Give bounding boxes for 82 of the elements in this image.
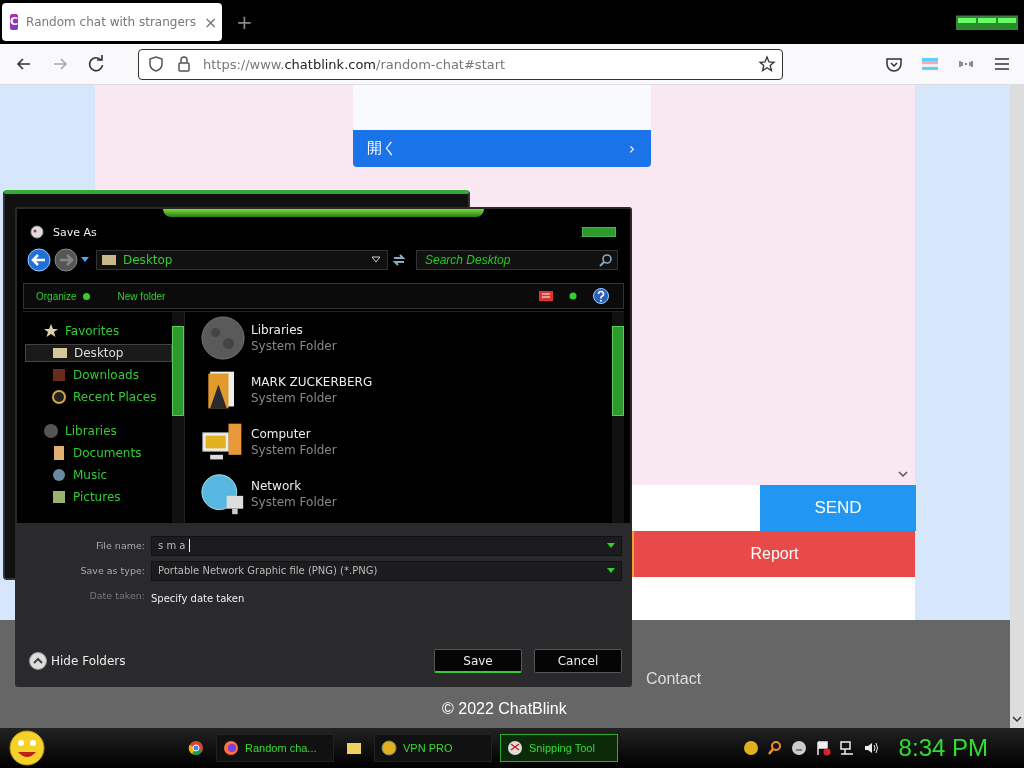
help-icon[interactable] <box>593 288 609 304</box>
chevron-down-icon <box>897 471 909 479</box>
chevron-down-icon[interactable] <box>1012 716 1022 724</box>
item-type: System Folder <box>251 391 338 405</box>
start-button-icon[interactable] <box>8 730 46 766</box>
refresh-icon[interactable] <box>391 252 407 268</box>
browser-icon[interactable] <box>188 740 204 756</box>
browser-tab[interactable]: C Random chat with strangers × <box>2 3 222 41</box>
open-ad-button[interactable]: 開く › <box>353 130 651 167</box>
volume-icon[interactable] <box>862 740 879 756</box>
caret-icon[interactable] <box>371 256 381 264</box>
circle-icon <box>43 423 59 439</box>
search-icon[interactable] <box>766 740 783 756</box>
search-icon[interactable] <box>599 253 613 267</box>
dialog-title: Save As <box>53 225 97 239</box>
window-controls-drawing <box>956 14 1018 30</box>
forward-icon[interactable] <box>54 248 78 272</box>
star-icon[interactable] <box>758 55 776 73</box>
file-name-field[interactable]: s m a <box>151 535 622 556</box>
toolbar-button[interactable]: New folder <box>117 290 166 302</box>
item-name: Network <box>251 479 303 493</box>
taskbar-button[interactable]: Snipping Tool <box>500 734 618 762</box>
nav-group[interactable]: Favorites <box>25 322 172 340</box>
footer-link[interactable]: Contact <box>646 670 702 688</box>
app-icon <box>29 224 45 240</box>
scrollbar[interactable] <box>172 312 184 523</box>
caret-icon <box>607 542 615 549</box>
caret-icon[interactable] <box>81 257 89 263</box>
item-name: Libraries <box>251 323 304 337</box>
dialog-button[interactable]: Save <box>434 649 522 673</box>
date-taken-link[interactable]: Specify date taken <box>151 593 245 604</box>
item-name: Computer <box>251 427 312 441</box>
field-label: Date taken: <box>88 590 145 601</box>
item-type: System Folder <box>251 339 337 353</box>
network-icon[interactable] <box>838 740 855 756</box>
item-type: System Folder <box>251 495 337 509</box>
lock-icon <box>175 55 193 73</box>
chevron-up-icon <box>29 652 47 670</box>
toolbar-button[interactable]: Organize <box>36 290 90 302</box>
folder-item[interactable]: Libraries System Folder <box>201 316 373 360</box>
nav-item[interactable]: Desktop <box>25 344 172 362</box>
nav-item[interactable]: Pictures <box>25 488 172 506</box>
sphere-icon <box>201 316 245 360</box>
location-text: Desktop <box>123 253 173 267</box>
folder-item[interactable]: Computer System Folder <box>201 420 373 464</box>
field-label: File name: <box>94 540 145 551</box>
nav-item[interactable]: Downloads <box>25 366 172 384</box>
scrollbar[interactable] <box>612 312 624 523</box>
taskbar-button[interactable]: Random cha... <box>216 734 334 762</box>
close-tab-button[interactable]: × <box>203 12 218 32</box>
nav-item[interactable]: Music <box>25 466 172 484</box>
folder-item[interactable]: MARK ZUCKERBERG System Folder <box>201 368 373 412</box>
folder-item[interactable]: Network System Folder <box>201 472 373 516</box>
new-tab-button[interactable]: + <box>236 10 253 34</box>
nav-group[interactable]: Libraries <box>25 422 172 440</box>
caret-icon <box>607 567 615 574</box>
search-field[interactable]: Search Desktop <box>416 250 618 270</box>
copyright-text: © 2022 ChatBlink <box>442 700 567 718</box>
taskbar-button[interactable]: VPN PRO <box>374 734 492 762</box>
dialog-button[interactable]: Cancel <box>534 649 622 673</box>
nav-item[interactable]: Documents <box>25 444 172 462</box>
tab-title: Random chat with strangers <box>26 15 196 29</box>
field-label: Save as type: <box>79 565 145 576</box>
favicon: C <box>10 14 19 30</box>
scrollbar[interactable] <box>1010 85 1024 728</box>
item-type: System Folder <box>251 443 337 457</box>
nav-item[interactable]: Recent Places <box>25 388 172 406</box>
hide-folders-button[interactable]: Hide Folders <box>29 652 126 670</box>
location-bar[interactable]: Desktop <box>96 250 388 270</box>
url-text: https://www.chatblink.com/random-chat#start <box>203 56 506 72</box>
star-icon <box>43 323 59 339</box>
flag-icon[interactable] <box>814 740 831 756</box>
item-name: MARK ZUCKERBERG <box>251 375 373 389</box>
back-icon[interactable] <box>27 248 51 272</box>
vpn-icon[interactable] <box>742 740 759 756</box>
globe-icon <box>201 472 245 516</box>
clock-text: 8:34 PM <box>898 734 988 762</box>
reload-icon[interactable] <box>86 54 106 74</box>
dropdown-dot-icon[interactable] <box>569 292 577 300</box>
file-type-dropdown[interactable]: Portable Network Graphic file (PNG) (*.PNG) <box>151 560 622 581</box>
address-bar[interactable]: https://www.chatblink.com/random-chat#start <box>138 48 783 80</box>
browser-icon <box>223 740 239 756</box>
